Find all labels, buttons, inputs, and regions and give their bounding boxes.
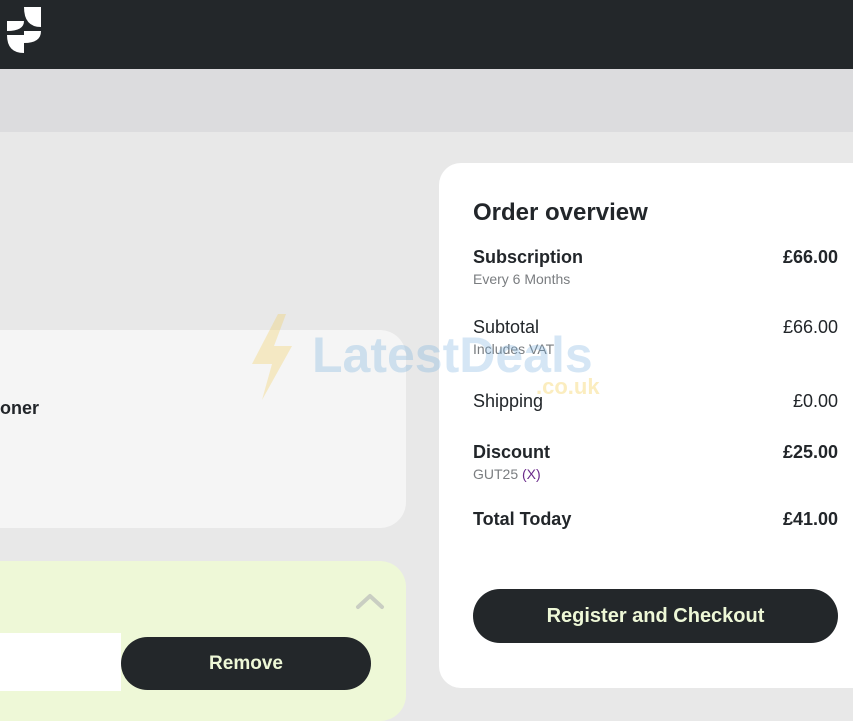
subscription-label: Subscription: [473, 247, 584, 267]
discount-code: GUT25: [473, 466, 519, 482]
promo-code-card: Remove: [0, 561, 406, 721]
vat-note: Includes VAT: [473, 341, 555, 357]
order-overview-card: Order overview Subscription £66.00 Every…: [439, 163, 853, 688]
promo-code-input[interactable]: [0, 633, 121, 691]
brand-logo-icon[interactable]: [7, 7, 41, 53]
discount-amount: £25.00: [782, 442, 838, 462]
subscription-amount: £66.00: [782, 247, 838, 267]
secondary-bar: [0, 69, 853, 132]
order-overview-title: Order overview: [473, 199, 648, 226]
subtotal-label: Subtotal: [473, 317, 540, 337]
top-nav-bar: [0, 0, 853, 69]
shipping-amount: £0.00: [792, 391, 838, 411]
register-checkout-button[interactable]: Register and Checkout: [473, 589, 838, 643]
total-amount: £41.00: [782, 509, 838, 529]
subtotal-amount: £66.00: [782, 317, 838, 337]
chevron-up-icon[interactable]: [354, 591, 386, 611]
remove-discount-link[interactable]: (X): [522, 466, 541, 482]
discount-label: Discount: [473, 442, 551, 462]
discount-code-line: GUT25 (X): [473, 466, 541, 482]
product-title: oner: [0, 398, 40, 418]
shipping-label: Shipping: [473, 391, 544, 411]
remove-button[interactable]: Remove: [121, 637, 371, 690]
total-label: Total Today: [473, 509, 572, 529]
product-card: oner: [0, 330, 406, 528]
subscription-frequency: Every 6 Months: [473, 271, 571, 287]
